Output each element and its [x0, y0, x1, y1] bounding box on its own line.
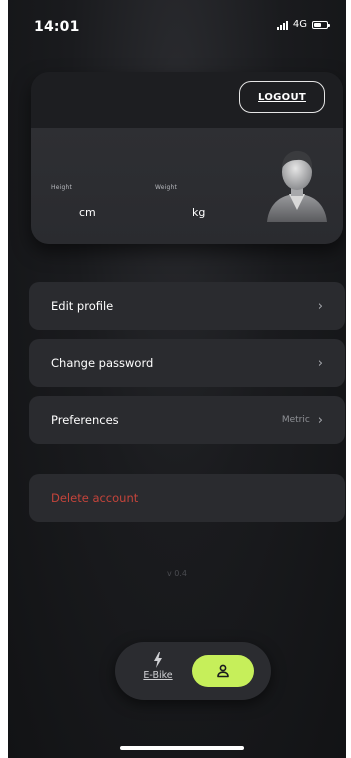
avatar-icon[interactable]	[263, 144, 331, 222]
profile-card: LOGOUT Height cm Weight kg	[31, 72, 343, 244]
signal-icon	[276, 20, 288, 30]
height-value[interactable]: cm	[79, 206, 96, 219]
app-version: v 0.4	[167, 569, 187, 578]
home-indicator[interactable]	[120, 746, 244, 750]
nav-tab-profile[interactable]	[192, 655, 254, 687]
menu-item-delete-account[interactable]: Delete account	[29, 474, 345, 522]
profile-card-header: LOGOUT	[31, 72, 343, 128]
preferences-value: Metric	[281, 415, 310, 425]
nav-tab-ebike-label: E-Bike	[143, 670, 173, 681]
lightning-bolt-icon	[154, 652, 162, 668]
weight-label: Weight	[155, 184, 178, 191]
edit-profile-label: Edit profile	[51, 299, 114, 313]
delete-account-label: Delete account	[51, 491, 139, 505]
person-icon	[217, 664, 229, 678]
chevron-right-icon: ›	[317, 412, 323, 428]
status-time: 14:01	[34, 19, 80, 35]
network-type: 4G	[292, 19, 307, 30]
app-screen: 14:01 4G LOGOUT Height cm Weight kg Edit…	[8, 0, 346, 758]
change-password-label: Change password	[51, 356, 154, 370]
height-label: Height	[51, 184, 73, 191]
status-bar: 14:01 4G	[8, 0, 346, 44]
logout-button[interactable]: LOGOUT	[239, 81, 325, 113]
chevron-right-icon: ›	[317, 355, 323, 371]
nav-tab-ebike[interactable]: E-Bike	[133, 652, 183, 692]
menu-item-change-password[interactable]: Change password ›	[29, 339, 345, 387]
preferences-label: Preferences	[51, 413, 119, 427]
status-indicators: 4G	[276, 19, 330, 30]
menu-item-edit-profile[interactable]: Edit profile ›	[29, 282, 345, 330]
profile-stats: Height cm Weight kg	[31, 128, 343, 244]
weight-value[interactable]: kg	[192, 206, 205, 219]
menu-item-preferences[interactable]: Preferences Metric ›	[29, 396, 345, 444]
chevron-right-icon: ›	[317, 298, 323, 314]
bottom-nav: E-Bike	[115, 642, 271, 700]
battery-icon	[312, 20, 330, 29]
